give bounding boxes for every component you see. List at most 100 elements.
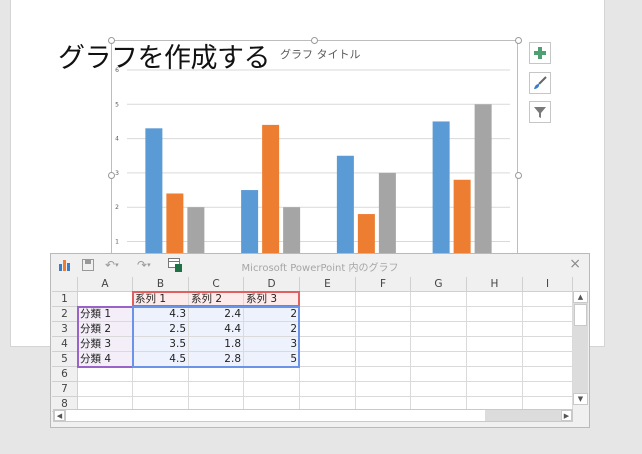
- column-header-A[interactable]: A: [78, 277, 133, 292]
- column-header-C[interactable]: C: [189, 277, 244, 292]
- cell-C1[interactable]: 系列 2: [189, 292, 244, 307]
- cell-D7[interactable]: [244, 382, 300, 397]
- cell-G6[interactable]: [411, 367, 467, 382]
- cell-E1[interactable]: [300, 292, 356, 307]
- cell-A6[interactable]: [78, 367, 133, 382]
- cell-H3[interactable]: [467, 322, 523, 337]
- cell-B2[interactable]: 4.3: [133, 307, 189, 322]
- cell-D2[interactable]: 2: [244, 307, 300, 322]
- resize-handle[interactable]: [515, 37, 522, 44]
- cell-G3[interactable]: [411, 322, 467, 337]
- cell-H2[interactable]: [467, 307, 523, 322]
- resize-handle[interactable]: [515, 172, 522, 179]
- cell-F2[interactable]: [356, 307, 411, 322]
- cell-G4[interactable]: [411, 337, 467, 352]
- cell-C3[interactable]: 4.4: [189, 322, 244, 337]
- vertical-scroll-thumb[interactable]: [574, 304, 587, 326]
- column-header-I[interactable]: I: [523, 277, 573, 292]
- bar-2-2[interactable]: [262, 124, 280, 270]
- close-button[interactable]: ×: [569, 256, 581, 272]
- column-chart[interactable]: 0123456分類 1分類 2分類 3分類 4: [111, 40, 518, 270]
- column-header-G[interactable]: G: [411, 277, 467, 292]
- cell-A1[interactable]: [78, 292, 133, 307]
- column-header-B[interactable]: B: [133, 277, 189, 292]
- cell-H4[interactable]: [467, 337, 523, 352]
- resize-handle[interactable]: [311, 37, 318, 44]
- row-header-6[interactable]: 6: [52, 367, 78, 382]
- cell-D3[interactable]: 2: [244, 322, 300, 337]
- cell-A4[interactable]: 分類 3: [78, 337, 133, 352]
- horizontal-scrollbar[interactable]: ◀ ▶: [53, 409, 573, 422]
- cell-E2[interactable]: [300, 307, 356, 322]
- cell-A2[interactable]: 分類 1: [78, 307, 133, 322]
- cell-H6[interactable]: [467, 367, 523, 382]
- cell-C7[interactable]: [189, 382, 244, 397]
- cell-G5[interactable]: [411, 352, 467, 367]
- cell-I6[interactable]: [523, 367, 573, 382]
- cell-H1[interactable]: [467, 292, 523, 307]
- cell-F4[interactable]: [356, 337, 411, 352]
- cell-F1[interactable]: [356, 292, 411, 307]
- cell-F5[interactable]: [356, 352, 411, 367]
- row-header-4[interactable]: 4: [52, 337, 78, 352]
- row-header-1[interactable]: 1: [52, 292, 78, 307]
- cell-I4[interactable]: [523, 337, 573, 352]
- cell-B1[interactable]: 系列 1: [133, 292, 189, 307]
- column-header-H[interactable]: H: [467, 277, 523, 292]
- bar-1-4[interactable]: [432, 121, 450, 270]
- row-header-5[interactable]: 5: [52, 352, 78, 367]
- cell-G1[interactable]: [411, 292, 467, 307]
- cell-H7[interactable]: [467, 382, 523, 397]
- cell-E6[interactable]: [300, 367, 356, 382]
- column-header-D[interactable]: D: [244, 277, 300, 292]
- chart-elements-button[interactable]: [529, 42, 551, 64]
- cell-E4[interactable]: [300, 337, 356, 352]
- cell-E7[interactable]: [300, 382, 356, 397]
- cell-D5[interactable]: 5: [244, 352, 300, 367]
- row-header-3[interactable]: 3: [52, 322, 78, 337]
- row-header-7[interactable]: 7: [52, 382, 78, 397]
- cell-I3[interactable]: [523, 322, 573, 337]
- chart-styles-button[interactable]: [529, 72, 551, 94]
- cell-B5[interactable]: 4.5: [133, 352, 189, 367]
- cell-I5[interactable]: [523, 352, 573, 367]
- resize-handle[interactable]: [108, 37, 115, 44]
- horizontal-scroll-thumb[interactable]: [65, 410, 485, 421]
- cell-D1[interactable]: 系列 3: [244, 292, 300, 307]
- scroll-right-button[interactable]: ▶: [561, 410, 572, 421]
- cell-I1[interactable]: [523, 292, 573, 307]
- bar-3-4[interactable]: [474, 104, 492, 270]
- cell-D6[interactable]: [244, 367, 300, 382]
- scroll-down-button[interactable]: ▼: [573, 393, 588, 405]
- cell-F6[interactable]: [356, 367, 411, 382]
- cell-C2[interactable]: 2.4: [189, 307, 244, 322]
- cell-H5[interactable]: [467, 352, 523, 367]
- row-header-2[interactable]: 2: [52, 307, 78, 322]
- select-all-corner[interactable]: [52, 277, 78, 292]
- scroll-left-button[interactable]: ◀: [54, 410, 65, 421]
- scroll-up-button[interactable]: ▲: [573, 291, 588, 303]
- cell-A5[interactable]: 分類 4: [78, 352, 133, 367]
- cell-B6[interactable]: [133, 367, 189, 382]
- cell-C4[interactable]: 1.8: [189, 337, 244, 352]
- cell-E5[interactable]: [300, 352, 356, 367]
- cell-A7[interactable]: [78, 382, 133, 397]
- cell-A3[interactable]: 分類 2: [78, 322, 133, 337]
- spreadsheet-grid[interactable]: A B C D E F G H I 1 系列 1 系列 2 系列 3 2 分類 1 4.3 2.4 2 3 分類 22…: [52, 277, 573, 412]
- cell-E3[interactable]: [300, 322, 356, 337]
- cell-G2[interactable]: [411, 307, 467, 322]
- cell-I7[interactable]: [523, 382, 573, 397]
- cell-B7[interactable]: [133, 382, 189, 397]
- column-header-E[interactable]: E: [300, 277, 356, 292]
- cell-C5[interactable]: 2.8: [189, 352, 244, 367]
- cell-B3[interactable]: 2.5: [133, 322, 189, 337]
- cell-G7[interactable]: [411, 382, 467, 397]
- cell-F3[interactable]: [356, 322, 411, 337]
- cell-I2[interactable]: [523, 307, 573, 322]
- cell-B4[interactable]: 3.5: [133, 337, 189, 352]
- chart-filters-button[interactable]: [529, 101, 551, 123]
- column-header-F[interactable]: F: [356, 277, 411, 292]
- resize-handle[interactable]: [108, 172, 115, 179]
- chart-title[interactable]: グラフ タイトル: [280, 46, 361, 62]
- bar-1-1[interactable]: [145, 128, 163, 270]
